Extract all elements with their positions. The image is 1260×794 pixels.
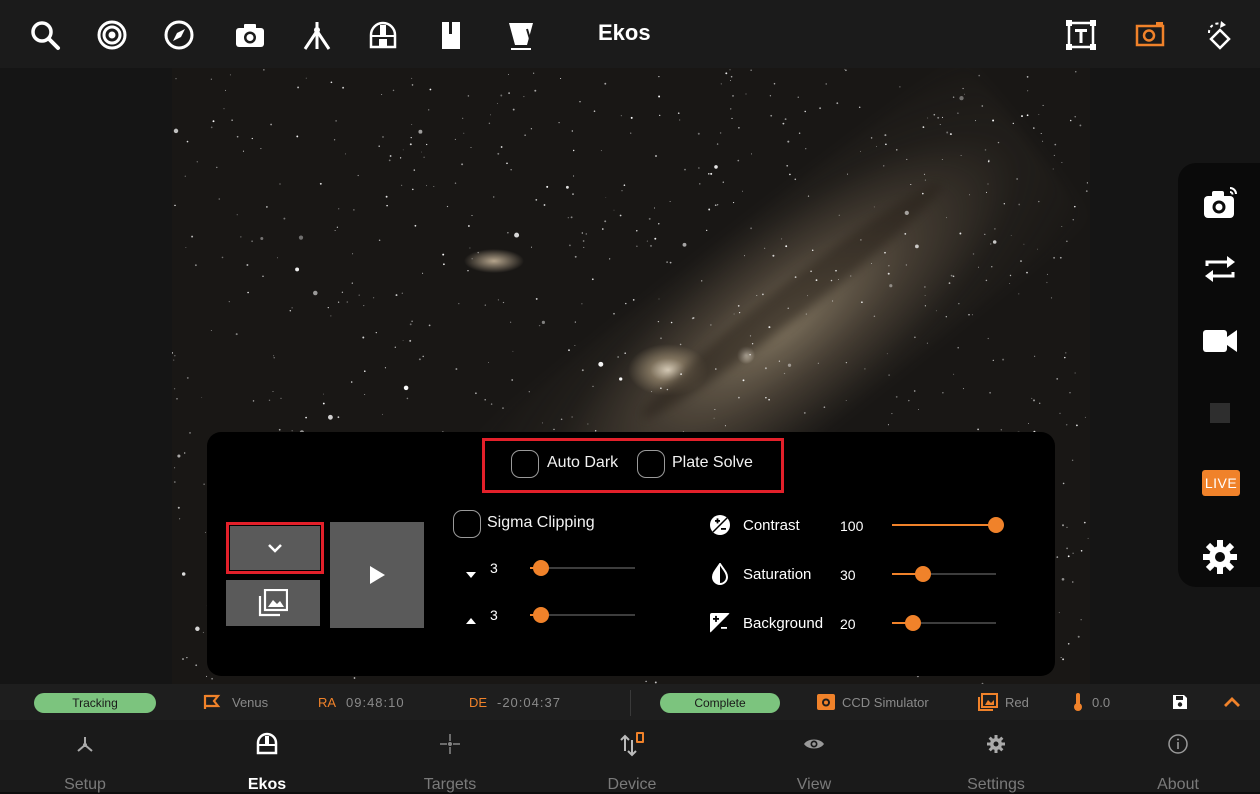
background-label: Background xyxy=(743,615,824,632)
slider-thumb[interactable] xyxy=(988,517,1004,533)
about-icon xyxy=(1123,732,1233,756)
target-flag-icon xyxy=(202,692,222,712)
targets-icon xyxy=(395,732,505,756)
loop-icon[interactable] xyxy=(1198,247,1242,291)
nav-item-device[interactable]: Device xyxy=(577,720,687,793)
saturation-icon xyxy=(709,563,731,585)
nav-item-targets[interactable]: Targets xyxy=(395,720,505,793)
stop-icon[interactable] xyxy=(1198,391,1242,435)
camera-name: CCD Simulator xyxy=(842,695,929,710)
nav-label: View xyxy=(796,776,832,793)
plate-solve-label: Plate Solve xyxy=(672,454,753,471)
slider-thumb[interactable] xyxy=(532,560,549,576)
sigma-high-value: 3 xyxy=(490,607,498,623)
contrast-icon xyxy=(709,514,731,536)
filter-icon xyxy=(978,692,998,712)
sigma-clipping-label: Sigma Clipping xyxy=(487,514,595,531)
start-capture-button[interactable] xyxy=(330,522,424,628)
telescope-icon[interactable] xyxy=(502,16,540,54)
slider-thumb[interactable] xyxy=(904,615,921,631)
status-bar: Tracking Venus RA 09:48:10 DE -20:04:37 … xyxy=(0,684,1260,720)
setup-icon xyxy=(30,732,140,756)
sigma-high-icon xyxy=(465,612,477,630)
background-value: 20 xyxy=(840,616,856,632)
video-icon[interactable] xyxy=(1198,319,1242,363)
saturation-value: 30 xyxy=(840,567,856,583)
settings-gear-icon[interactable] xyxy=(1198,535,1242,579)
nav-label: Ekos xyxy=(247,776,287,793)
contrast-value: 100 xyxy=(840,518,864,534)
saturation-label: Saturation xyxy=(743,566,812,583)
app-title: Ekos xyxy=(598,20,651,45)
nav-label: Device xyxy=(607,776,657,793)
nav-item-view[interactable]: View xyxy=(759,720,869,793)
camera-capture-icon[interactable] xyxy=(1198,181,1242,225)
contrast-slider[interactable] xyxy=(892,517,1004,533)
auto-dark-checkbox[interactable] xyxy=(511,450,539,478)
image-gallery-icon xyxy=(258,589,288,617)
capture-settings-panel: Auto Dark Plate Solve Sigma Clipping 3 3… xyxy=(207,432,1055,676)
settings-icon xyxy=(941,732,1051,756)
play-icon xyxy=(370,566,385,584)
nav-item-setup[interactable]: Setup xyxy=(30,720,140,793)
de-value: -20:04:37 xyxy=(497,695,561,710)
collapse-panel-button[interactable] xyxy=(230,526,320,570)
search-icon[interactable] xyxy=(26,16,64,54)
nav-item-settings[interactable]: Settings xyxy=(941,720,1051,793)
thermometer-icon xyxy=(1068,692,1088,712)
slider-thumb[interactable] xyxy=(532,607,549,623)
sigma-low-icon xyxy=(465,566,477,584)
image-gallery-button[interactable] xyxy=(226,580,320,626)
compass-icon[interactable] xyxy=(160,16,198,54)
sigma-low-value: 3 xyxy=(490,560,498,576)
de-key: DE xyxy=(469,695,488,710)
ra-key: RA xyxy=(318,695,337,710)
save-icon[interactable] xyxy=(1170,692,1190,712)
expand-up-icon[interactable] xyxy=(1222,692,1242,712)
sigma-clipping-checkbox[interactable] xyxy=(453,510,481,538)
status-divider xyxy=(630,690,631,716)
auto-dark-label: Auto Dark xyxy=(547,454,619,471)
target-icon[interactable] xyxy=(93,16,131,54)
tripod-mount-icon[interactable] xyxy=(298,16,336,54)
right-capture-toolbar: LIVE xyxy=(1178,163,1260,587)
nav-label: Targets xyxy=(423,776,477,793)
dome-icon[interactable] xyxy=(364,16,402,54)
ekos-icon xyxy=(212,732,322,756)
nav-label: Settings xyxy=(967,776,1025,793)
nav-label: About xyxy=(1157,776,1199,793)
nav-item-ekos[interactable]: Ekos xyxy=(212,720,322,793)
temperature-value: 0.0 xyxy=(1092,695,1111,710)
plate-solve-checkbox[interactable] xyxy=(637,450,665,478)
chevron-down-icon xyxy=(268,544,282,553)
device-icon xyxy=(577,732,687,757)
capture-status-badge: Complete xyxy=(660,693,780,713)
rotate-icon[interactable] xyxy=(1198,16,1236,54)
sigma-high-slider[interactable] xyxy=(530,607,635,623)
filter-name: Red xyxy=(1005,695,1029,710)
target-name: Venus xyxy=(232,695,269,710)
nav-item-about[interactable]: About xyxy=(1123,720,1233,793)
background-icon xyxy=(709,612,731,634)
text-box-icon[interactable] xyxy=(1062,16,1100,54)
capture-frame-icon[interactable] xyxy=(1131,16,1169,54)
live-badge[interactable]: LIVE xyxy=(1202,470,1240,496)
ra-value: 09:48:10 xyxy=(346,695,405,710)
ccd-camera-icon xyxy=(816,692,836,712)
view-icon xyxy=(759,732,869,756)
nav-label: Setup xyxy=(64,776,106,793)
background-slider[interactable] xyxy=(892,615,996,631)
camera-icon[interactable] xyxy=(231,16,269,54)
slider-thumb[interactable] xyxy=(915,566,932,582)
saturation-slider[interactable] xyxy=(892,566,996,582)
bottom-navigation: Setup Ekos Targets Device View Settings xyxy=(0,720,1260,793)
contrast-label: Contrast xyxy=(743,517,800,534)
sigma-low-slider[interactable] xyxy=(530,560,635,576)
mount-status-badge: Tracking xyxy=(34,693,156,713)
filter-wheel-icon[interactable] xyxy=(432,16,470,54)
top-toolbar: Ekos xyxy=(0,0,1260,68)
